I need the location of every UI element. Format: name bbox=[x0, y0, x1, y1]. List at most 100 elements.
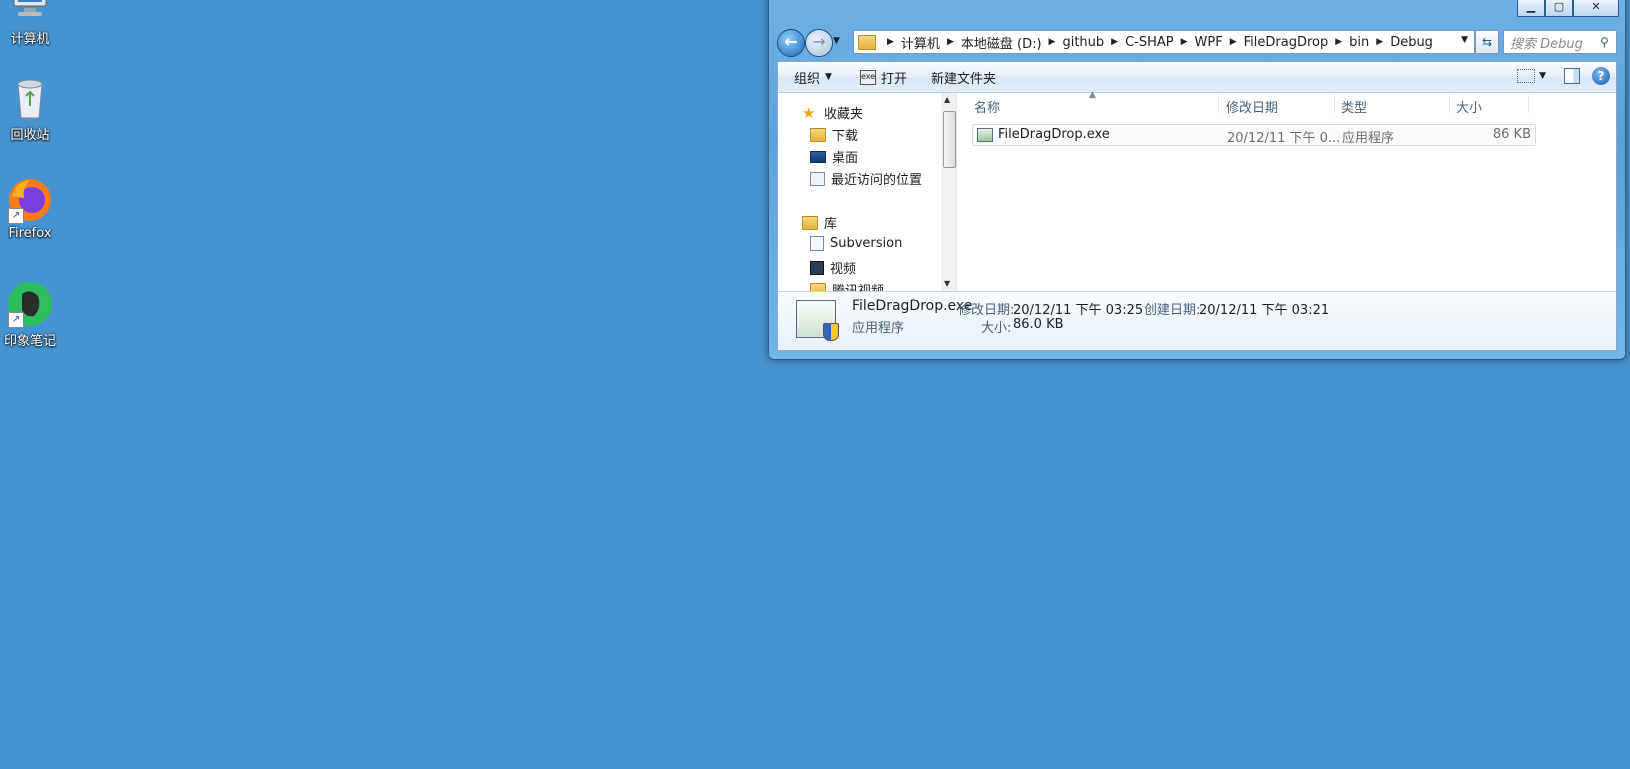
sort-ascending-icon: ▲ bbox=[1089, 90, 1096, 100]
file-row[interactable]: FileDragDrop.exe 20/12/11 下午 0... 应用程序 8… bbox=[972, 124, 1536, 146]
column-divider[interactable] bbox=[1449, 95, 1450, 113]
nav-item-recent[interactable]: 最近访问的位置 bbox=[810, 169, 922, 188]
video-icon bbox=[810, 260, 824, 275]
nav-label: 收藏夹 bbox=[824, 107, 864, 122]
nav-label: 下载 bbox=[832, 129, 859, 144]
explorer-client: 组织 ▼ exe 打开 新建文件夹 ▼ ? ★ 收藏夹 下载 桌面 最近访问的位… bbox=[777, 61, 1617, 351]
column-header-name[interactable]: 名称 bbox=[974, 97, 1000, 116]
chevron-right-icon[interactable]: ▶ bbox=[1181, 37, 1188, 47]
recycle-bin-icon bbox=[6, 74, 54, 122]
column-divider[interactable] bbox=[1218, 95, 1219, 113]
chevron-right-icon[interactable]: ▶ bbox=[1335, 37, 1342, 47]
desktop-icon-recycle-bin[interactable]: 回收站 bbox=[0, 74, 60, 143]
desktop-icon-computer[interactable]: 计算机 bbox=[0, 0, 60, 47]
nav-label: 最近访问的位置 bbox=[831, 173, 923, 188]
open-icon: exe bbox=[859, 69, 876, 85]
column-divider[interactable] bbox=[1528, 95, 1529, 113]
desktop-icon-evernote[interactable]: ↗ 印象笔记 bbox=[0, 280, 60, 349]
column-header-type[interactable]: 类型 bbox=[1341, 97, 1367, 116]
breadcrumb-item[interactable]: ▶ 本地磁盘 (D:) bbox=[940, 33, 1042, 52]
nav-label: 库 bbox=[824, 217, 838, 232]
breadcrumb-item[interactable]: ▶ C-SHAP bbox=[1104, 35, 1173, 50]
uac-shield-icon bbox=[823, 323, 839, 341]
address-dropdown-icon[interactable]: ▼ bbox=[1461, 35, 1468, 45]
nav-item-favorites[interactable]: ★ 收藏夹 bbox=[802, 103, 863, 122]
search-placeholder: 搜索 Debug bbox=[1510, 36, 1583, 52]
breadcrumb-item[interactable]: ▶ github bbox=[1042, 35, 1105, 50]
nav-label: Subversion bbox=[830, 236, 903, 251]
scroll-down-icon[interactable]: ▼ bbox=[944, 279, 950, 288]
nav-scrollbar[interactable]: ▲ ▼ bbox=[941, 93, 956, 293]
breadcrumb-item[interactable]: ▶ WPF bbox=[1174, 35, 1223, 50]
organize-label: 组织 bbox=[794, 71, 821, 87]
desktop-icon-label: 计算机 bbox=[10, 32, 50, 47]
breadcrumb-item[interactable]: ▶ FileDragDrop bbox=[1223, 35, 1329, 50]
nav-item-libraries[interactable]: 库 bbox=[802, 213, 837, 232]
details-size-value: 86.0 KB bbox=[1013, 317, 1064, 332]
library-icon bbox=[802, 215, 818, 230]
chevron-right-icon[interactable]: ▶ bbox=[1049, 37, 1056, 47]
details-modified-label: 修改日期: bbox=[958, 303, 1015, 318]
application-icon bbox=[796, 300, 839, 341]
navigation-bar: ← → ▼ ▶ 计算机 ▶ 本地磁盘 (D:) ▶ github ▶ C-SHAP ▶ W… bbox=[777, 28, 1617, 57]
address-bar[interactable]: ▶ 计算机 ▶ 本地磁盘 (D:) ▶ github ▶ C-SHAP ▶ WPF ▶ Fi… bbox=[853, 30, 1475, 54]
details-filetype: 应用程序 bbox=[852, 321, 905, 336]
open-button[interactable]: exe 打开 bbox=[850, 68, 917, 87]
refresh-button[interactable]: ⇆ bbox=[1475, 30, 1499, 54]
details-created-value: 20/12/11 下午 03:21 bbox=[1199, 303, 1330, 318]
back-button[interactable]: ← bbox=[777, 29, 805, 57]
firefox-icon: ↗ bbox=[6, 176, 54, 224]
breadcrumb-item[interactable]: ▶ bin bbox=[1328, 35, 1369, 50]
details-filename: FileDragDrop.exe bbox=[852, 298, 973, 314]
explorer-window[interactable]: ▁ ▢ ✕ ← → ▼ ▶ 计算机 ▶ 本地磁盘 (D:) ▶ github ▶ C-S… bbox=[768, 0, 1626, 360]
help-icon[interactable]: ? bbox=[1592, 67, 1610, 85]
forward-button[interactable]: → bbox=[805, 29, 833, 57]
maximize-button[interactable]: ▢ bbox=[1545, 0, 1573, 17]
details-pane: FileDragDrop.exe 应用程序 修改日期: 20/12/11 下午 … bbox=[778, 291, 1616, 350]
desktop-icon-firefox[interactable]: ↗ Firefox bbox=[0, 176, 60, 241]
command-bar: 组织 ▼ exe 打开 新建文件夹 ▼ ? bbox=[778, 62, 1616, 93]
view-options-icon[interactable] bbox=[1517, 69, 1536, 83]
organize-button[interactable]: 组织 ▼ bbox=[784, 68, 842, 87]
document-library-icon bbox=[810, 236, 824, 251]
evernote-icon: ↗ bbox=[6, 280, 54, 328]
scrollbar-thumb[interactable] bbox=[943, 111, 956, 168]
column-header-modified[interactable]: 修改日期 bbox=[1226, 97, 1278, 116]
new-folder-button[interactable]: 新建文件夹 bbox=[921, 68, 1006, 87]
computer-icon bbox=[6, 0, 54, 26]
file-name-cell: FileDragDrop.exe bbox=[977, 127, 1110, 142]
file-type-cell: 应用程序 bbox=[1342, 131, 1395, 146]
chevron-right-icon[interactable]: ▶ bbox=[1230, 37, 1237, 47]
chevron-right-icon[interactable]: ▶ bbox=[887, 37, 894, 47]
chevron-right-icon[interactable]: ▶ bbox=[947, 37, 954, 47]
breadcrumb-item[interactable]: ▶ 计算机 bbox=[880, 33, 940, 52]
search-input[interactable]: 搜索 Debug ⚲ bbox=[1503, 30, 1617, 54]
details-modified-value: 20/12/11 下午 03:25 bbox=[1013, 303, 1144, 318]
open-label: 打开 bbox=[880, 71, 907, 87]
file-modified-cell: 20/12/11 下午 0... bbox=[1227, 131, 1341, 146]
shortcut-arrow-icon: ↗ bbox=[8, 208, 24, 224]
preview-pane-icon[interactable] bbox=[1564, 68, 1580, 84]
desktop-icon-label: Firefox bbox=[8, 226, 52, 241]
folder-icon bbox=[858, 34, 876, 50]
scroll-up-icon[interactable]: ▲ bbox=[944, 95, 950, 104]
nav-item-videos[interactable]: 视频 bbox=[810, 258, 856, 277]
desktop-icon-label: 印象笔记 bbox=[3, 334, 56, 349]
close-button[interactable]: ✕ bbox=[1573, 0, 1619, 17]
history-dropdown-icon[interactable]: ▼ bbox=[833, 36, 840, 46]
chevron-down-icon[interactable]: ▼ bbox=[1539, 71, 1546, 81]
breadcrumb-item[interactable]: ▶ Debug bbox=[1369, 35, 1433, 50]
shortcut-arrow-icon: ↗ bbox=[8, 312, 24, 328]
nav-item-desktop[interactable]: 桌面 bbox=[810, 147, 858, 166]
minimize-button[interactable]: ▁ bbox=[1517, 0, 1545, 17]
search-icon: ⚲ bbox=[1600, 35, 1609, 49]
caption-buttons: ▁ ▢ ✕ bbox=[1517, 0, 1619, 17]
chevron-right-icon[interactable]: ▶ bbox=[1111, 37, 1118, 47]
downloads-icon bbox=[810, 127, 826, 142]
chevron-right-icon[interactable]: ▶ bbox=[1376, 37, 1383, 47]
details-size-label: 大小: bbox=[981, 321, 1012, 336]
nav-item-downloads[interactable]: 下载 bbox=[810, 125, 858, 144]
column-divider[interactable] bbox=[1334, 95, 1335, 113]
nav-item-subversion[interactable]: Subversion bbox=[810, 236, 902, 251]
column-header-size[interactable]: 大小 bbox=[1456, 97, 1482, 116]
